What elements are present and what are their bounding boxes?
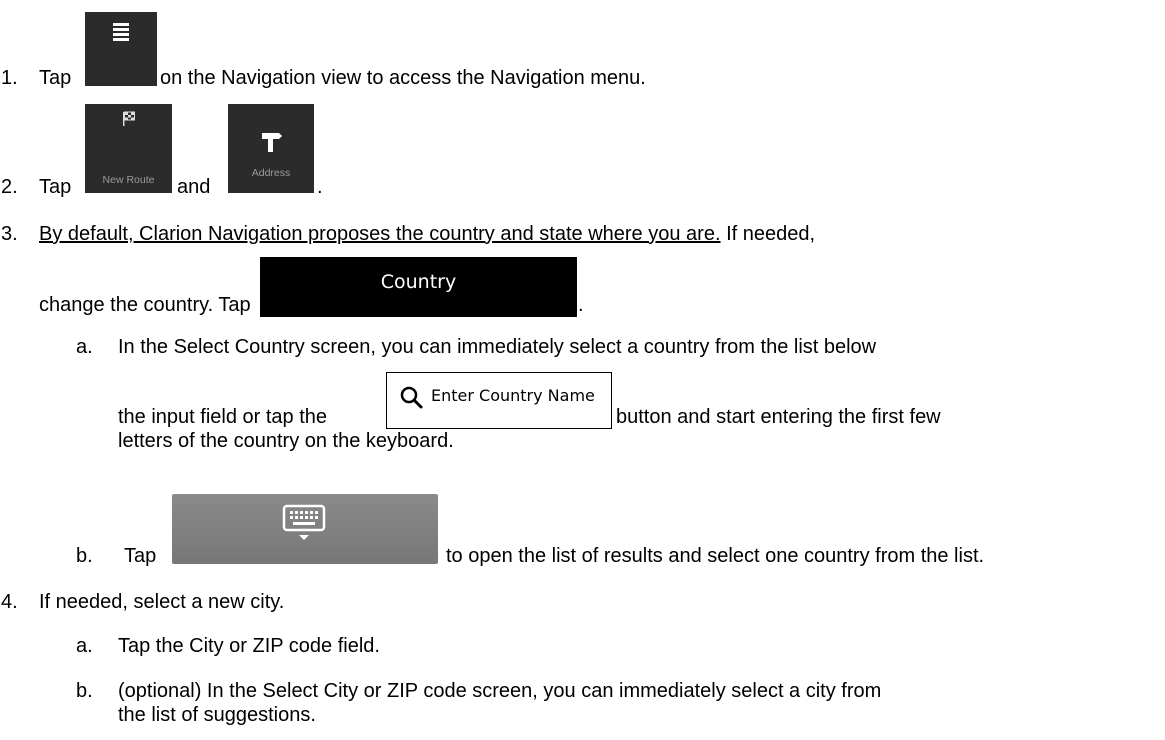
step-2-end: . (317, 176, 323, 198)
step-3-line-1-a: By default, Clarion Navigation proposes … (39, 223, 721, 245)
step-3-line-2-end: . (578, 294, 584, 316)
new-route-label: New Route (102, 174, 155, 186)
address-label: Address (251, 167, 291, 179)
step-3b-letter: b. (76, 545, 93, 567)
step-1-number: 1. (1, 67, 18, 89)
step-3-line-1: By default, Clarion Navigation proposes … (39, 224, 815, 244)
keyboard-icon (282, 504, 326, 540)
address-button[interactable]: Address (228, 104, 314, 193)
country-button[interactable]: Country (260, 257, 577, 317)
step-1-text: on the Navigation view to access the Nav… (160, 67, 646, 89)
step-3a-line-1: In the Select Country screen, you can im… (118, 336, 877, 358)
step-3-line-2: change the country. Tap (39, 294, 251, 316)
step-2-and: and (177, 176, 211, 198)
step-3a-line-2-b: button and start entering the first few (616, 406, 941, 428)
step-4a-text: Tap the City or ZIP code field. (118, 635, 380, 657)
step-3-number: 3. (1, 223, 18, 245)
country-button-label: Country (380, 271, 457, 293)
step-4b-letter: b. (76, 680, 93, 702)
keyboard-toggle-button[interactable] (172, 494, 438, 564)
step-3b-text: to open the list of results and select o… (446, 545, 985, 567)
step-3a-line-2-a: the input field or tap the (118, 406, 328, 428)
signpost-icon (262, 133, 282, 152)
step-3a-letter: a. (76, 336, 93, 358)
navigation-menu-button[interactable] (85, 12, 157, 86)
step-2-tap: Tap (39, 176, 72, 198)
step-4-text: If needed, select a new city. (39, 591, 285, 613)
step-3-line-1-b: If needed, (726, 223, 816, 245)
step-4a-letter: a. (76, 635, 93, 657)
step-3b-tap: Tap (124, 545, 157, 567)
step-3a-line-3: letters of the country on the keyboard. (118, 430, 454, 452)
hamburger-menu-icon (113, 23, 129, 41)
step-4b-line-2: the list of suggestions. (118, 704, 316, 726)
country-search-input[interactable]: Enter Country Name (386, 372, 612, 429)
search-icon (400, 386, 423, 409)
new-route-button[interactable]: New Route (85, 104, 172, 193)
step-2-number: 2. (1, 176, 18, 198)
step-4b-line-1: (optional) In the Select City or ZIP cod… (118, 680, 882, 702)
step-1-tap: Tap (39, 67, 72, 89)
country-search-placeholder: Enter Country Name (431, 386, 595, 405)
step-4-number: 4. (1, 591, 18, 613)
